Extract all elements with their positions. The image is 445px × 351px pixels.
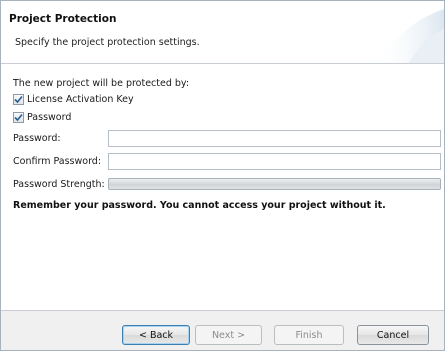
project-protection-dialog: Project Protection Specify the project p… [0,0,445,351]
page-description: Specify the project protection settings. [15,37,200,48]
password-option[interactable]: Password [13,112,71,123]
page-title: Project Protection [9,13,117,25]
password-row: Password: [13,130,441,148]
confirm-password-input[interactable] [108,153,441,170]
finish-button[interactable]: Finish [274,325,344,345]
password-label: Password: [13,133,61,144]
checkmark-icon [14,95,23,104]
password-strength-row: Password Strength: [13,176,441,194]
confirm-password-row: Confirm Password: [13,153,441,171]
back-button[interactable]: < Back [122,325,190,345]
password-strength-label: Password Strength: [13,179,105,190]
license-activation-key-option[interactable]: License Activation Key [13,94,134,105]
protection-intro-text: The new project will be protected by: [13,78,190,89]
cancel-button[interactable]: Cancel [357,325,429,345]
license-activation-key-label: License Activation Key [27,94,134,105]
password-input[interactable] [108,130,441,147]
checkmark-icon [14,113,23,122]
content-area: The new project will be protected by: Li… [1,64,444,310]
header-wave-graphic [374,9,444,63]
password-warning-text: Remember your password. You cannot acces… [13,200,386,211]
wizard-button-bar: < Back Next > Finish Cancel [1,311,444,350]
confirm-password-label: Confirm Password: [13,156,102,167]
password-checkbox[interactable] [13,112,24,123]
password-strength-meter [108,178,441,190]
header-banner: Project Protection Specify the project p… [1,1,444,64]
license-activation-key-checkbox[interactable] [13,94,24,105]
next-button[interactable]: Next > [195,325,262,345]
password-option-label: Password [27,112,72,123]
